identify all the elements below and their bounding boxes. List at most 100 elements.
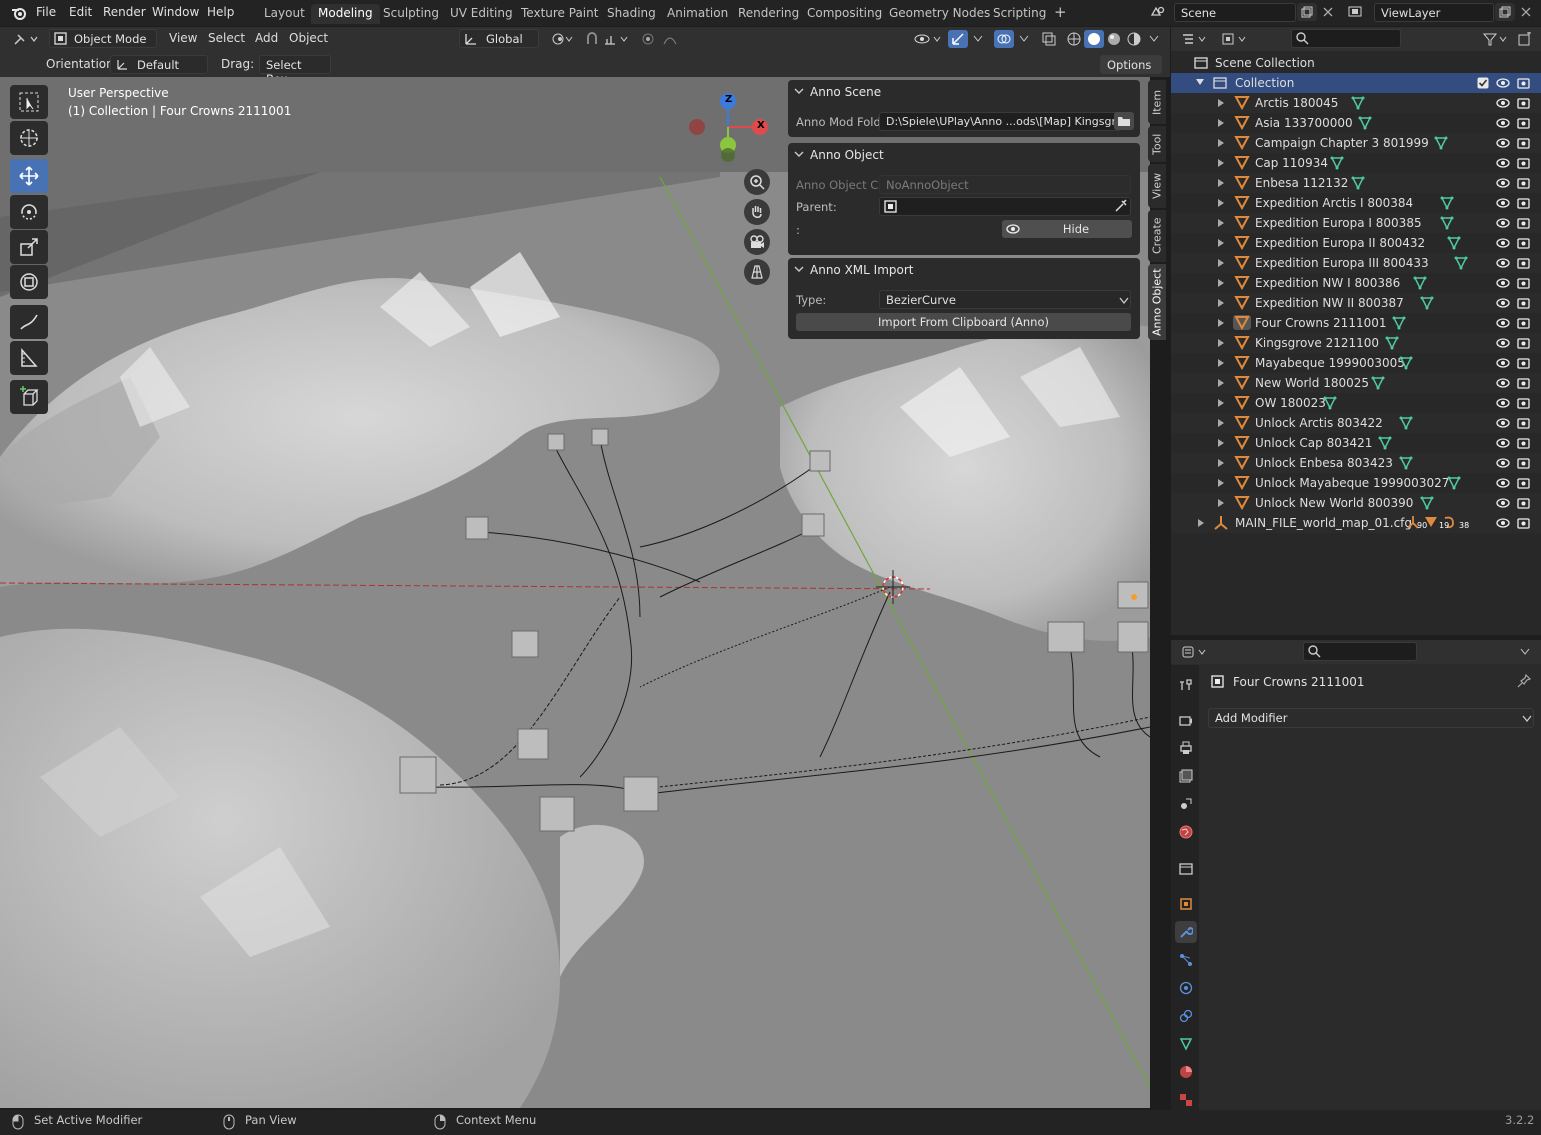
expand-arrow-icon[interactable] — [1217, 298, 1225, 308]
tab-geometry-nodes[interactable]: Geometry Nodes — [882, 4, 997, 24]
mesh-data-icon[interactable] — [1351, 96, 1365, 110]
eye-icon[interactable] — [1496, 237, 1510, 249]
mesh-data-icon[interactable] — [1454, 256, 1468, 270]
eye-icon[interactable] — [1496, 337, 1510, 349]
eye-icon[interactable] — [1496, 437, 1510, 449]
tab-view-layer[interactable] — [1175, 765, 1197, 787]
zoom-button[interactable] — [744, 169, 770, 195]
folder-browse-icon[interactable] — [1114, 112, 1134, 130]
tab-tool-properties[interactable] — [1175, 673, 1197, 695]
tab-item[interactable]: Item — [1148, 80, 1166, 124]
shading-solid-icon[interactable] — [1084, 30, 1104, 48]
tab-scene[interactable] — [1175, 793, 1197, 815]
expand-arrow-icon[interactable] — [1217, 418, 1225, 428]
camera-render-icon[interactable] — [1517, 176, 1530, 189]
tab-animation[interactable]: Animation — [660, 4, 735, 24]
outliner-item[interactable]: Unlock Mayabeque 1999003027 — [1171, 473, 1541, 493]
shading-material-icon[interactable] — [1104, 30, 1124, 48]
scale-tool[interactable] — [10, 230, 48, 264]
outliner-item[interactable]: Kingsgrove 2121100 — [1171, 333, 1541, 353]
pin-icon[interactable] — [1517, 674, 1531, 688]
outliner-item[interactable]: New World 180025 — [1171, 373, 1541, 393]
view-layer-icon[interactable] — [1346, 3, 1366, 21]
mesh-data-icon[interactable] — [1434, 136, 1448, 150]
mesh-data-icon[interactable] — [1413, 276, 1427, 290]
perspective-toggle-button[interactable] — [744, 259, 770, 285]
menu-select[interactable]: Select — [208, 31, 245, 45]
outliner-item[interactable]: Mayabeque 1999003005 — [1171, 353, 1541, 373]
eye-icon[interactable] — [1496, 97, 1510, 109]
eye-icon[interactable] — [1496, 137, 1510, 149]
camera-render-icon[interactable] — [1517, 416, 1530, 429]
outliner-item[interactable]: Expedition NW II 800387 — [1171, 293, 1541, 313]
mesh-data-icon[interactable] — [1323, 396, 1337, 410]
overlays-dropdown-icon[interactable] — [1014, 30, 1034, 48]
menu-help[interactable]: Help — [207, 5, 234, 19]
pivot-point-icon[interactable] — [548, 30, 576, 48]
eye-icon[interactable] — [1496, 317, 1510, 329]
eye-icon[interactable] — [1496, 257, 1510, 269]
pan-button[interactable] — [744, 199, 770, 225]
camera-render-icon[interactable] — [1517, 456, 1530, 469]
mesh-data-icon[interactable] — [1447, 236, 1461, 250]
tab-object[interactable] — [1175, 893, 1197, 915]
camera-render-icon[interactable] — [1517, 76, 1530, 89]
blender-logo-icon[interactable] — [10, 4, 28, 22]
filter-icon[interactable] — [1481, 30, 1511, 48]
outliner-item[interactable]: Unlock Cap 803421 — [1171, 433, 1541, 453]
outliner-item[interactable]: Expedition Europa III 800433 — [1171, 253, 1541, 273]
expand-arrow-icon[interactable] — [1217, 158, 1225, 168]
cursor-tool[interactable] — [10, 121, 48, 155]
falloff-icon[interactable] — [660, 30, 688, 48]
tab-uv-editing[interactable]: UV Editing — [443, 4, 520, 24]
menu-view[interactable]: View — [169, 31, 197, 45]
camera-render-icon[interactable] — [1517, 516, 1530, 529]
mod-folder-field[interactable]: D:\Spiele\UPlay\Anno ...ods\[Map] Kingsg… — [879, 112, 1121, 131]
tab-view[interactable]: View — [1148, 164, 1166, 208]
camera-render-icon[interactable] — [1517, 136, 1530, 149]
eyedropper-icon[interactable] — [1114, 199, 1128, 213]
expand-arrow-icon[interactable] — [1217, 498, 1225, 508]
camera-render-icon[interactable] — [1517, 116, 1530, 129]
gizmo-toggle-icon[interactable] — [948, 30, 968, 48]
eye-icon[interactable] — [1496, 517, 1510, 529]
expand-arrow-icon[interactable] — [1217, 458, 1225, 468]
camera-render-icon[interactable] — [1517, 296, 1530, 309]
expand-arrow-icon[interactable] — [1217, 238, 1225, 248]
annotate-tool[interactable] — [10, 305, 48, 339]
tab-texture[interactable] — [1175, 1089, 1197, 1111]
hide-button[interactable]: Hide — [1002, 220, 1132, 238]
camera-render-icon[interactable] — [1517, 276, 1530, 289]
expand-arrow-icon[interactable] — [1217, 398, 1225, 408]
eye-icon[interactable] — [1496, 497, 1510, 509]
shading-wireframe-icon[interactable] — [1064, 30, 1084, 48]
expand-arrow-icon[interactable] — [1217, 478, 1225, 488]
outliner-item[interactable]: Enbesa 112132 — [1171, 173, 1541, 193]
tab-rendering[interactable]: Rendering — [731, 4, 806, 24]
snap-target-icon[interactable] — [602, 30, 632, 48]
tab-anno-object[interactable]: Anno Object — [1148, 264, 1166, 340]
options-dropdown[interactable]: Options — [1100, 55, 1162, 74]
tab-particles[interactable] — [1175, 949, 1197, 971]
snap-toggle-icon[interactable] — [582, 30, 602, 48]
expand-arrow-icon[interactable] — [1217, 378, 1225, 388]
tab-render[interactable] — [1175, 709, 1197, 731]
view-layer-field[interactable]: ViewLayer — [1374, 3, 1494, 22]
xray-toggle-icon[interactable] — [1039, 30, 1059, 48]
eye-icon[interactable] — [1496, 117, 1510, 129]
delete-view-layer-icon[interactable] — [1516, 3, 1536, 21]
outliner-item-cfg[interactable]: MAIN_FILE_world_map_01.cfg 90 19 38 — [1171, 513, 1541, 533]
camera-render-icon[interactable] — [1517, 196, 1530, 209]
outliner-item[interactable]: Arctis 180045 — [1171, 93, 1541, 113]
expand-arrow-icon[interactable] — [1217, 198, 1225, 208]
expand-arrow-icon[interactable] — [1195, 77, 1205, 87]
rotate-tool[interactable] — [10, 195, 48, 229]
menu-render[interactable]: Render — [103, 5, 146, 19]
eye-icon[interactable] — [1496, 417, 1510, 429]
mesh-data-icon[interactable] — [1440, 216, 1454, 230]
mesh-data-icon[interactable] — [1399, 416, 1413, 430]
expand-arrow-icon[interactable] — [1217, 338, 1225, 348]
tab-collection[interactable] — [1175, 857, 1197, 879]
anno-scene-header[interactable]: Anno Scene — [788, 80, 1140, 106]
new-scene-icon[interactable] — [1297, 3, 1317, 21]
